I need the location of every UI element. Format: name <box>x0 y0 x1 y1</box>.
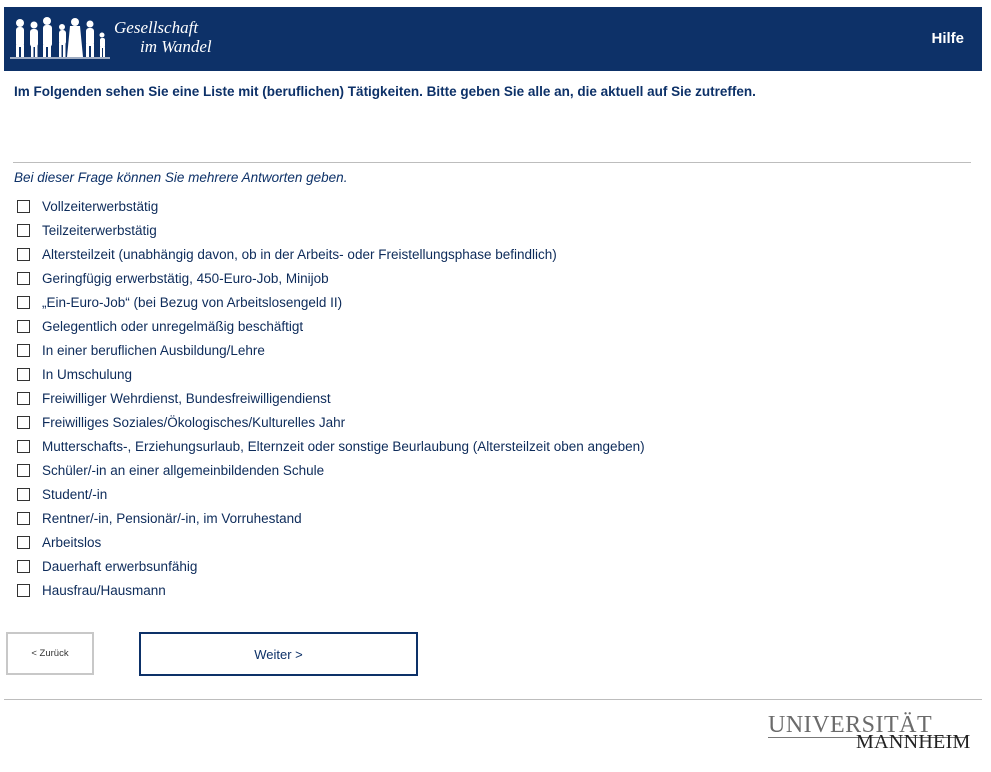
site-header: Gesellschaft im Wandel Hilfe <box>4 7 982 71</box>
university-logo-line2: MANNHEIM <box>856 731 971 753</box>
option-item[interactable]: Geringfügig erwerbstätig, 450-Euro-Job, … <box>17 271 645 295</box>
instruction-text: Bei dieser Frage können Sie mehrere Antw… <box>14 170 348 185</box>
checkbox[interactable] <box>17 344 30 357</box>
checkbox[interactable] <box>17 560 30 573</box>
checkbox[interactable] <box>17 488 30 501</box>
option-label: Altersteilzeit (unabhängig davon, ob in … <box>42 247 557 262</box>
option-label: Schüler/-in an einer allgemeinbildenden … <box>42 463 325 478</box>
option-item[interactable]: Freiwilliges Soziales/Ökologisches/Kultu… <box>17 415 645 439</box>
options-list: Vollzeiterwerbstätig Teilzeiterwerbstäti… <box>17 199 645 607</box>
checkbox[interactable] <box>17 536 30 549</box>
footer-divider <box>4 699 982 700</box>
people-silhouette-logo-icon <box>10 17 110 59</box>
help-link[interactable]: Hilfe <box>931 30 964 47</box>
option-item[interactable]: In einer beruflichen Ausbildung/Lehre <box>17 343 645 367</box>
option-label: Mutterschafts-, Erziehungsurlaub, Eltern… <box>42 439 645 454</box>
checkbox[interactable] <box>17 272 30 285</box>
back-button[interactable]: < Zurück <box>6 632 94 675</box>
checkbox[interactable] <box>17 416 30 429</box>
university-logo: UNIVERSITÄT MANNHEIM <box>768 712 971 754</box>
checkbox[interactable] <box>17 224 30 237</box>
checkbox[interactable] <box>17 368 30 381</box>
option-item[interactable]: Mutterschafts-, Erziehungsurlaub, Eltern… <box>17 439 645 463</box>
option-label: Rentner/-in, Pensionär/-in, im Vorruhest… <box>42 511 302 526</box>
option-item[interactable]: „Ein-Euro-Job“ (bei Bezug von Arbeitslos… <box>17 295 645 319</box>
option-item[interactable]: In Umschulung <box>17 367 645 391</box>
option-label: In einer beruflichen Ausbildung/Lehre <box>42 343 265 358</box>
option-label: Arbeitslos <box>42 535 102 550</box>
option-label: Hausfrau/Hausmann <box>42 583 166 598</box>
option-item[interactable]: Altersteilzeit (unabhängig davon, ob in … <box>17 247 645 271</box>
option-item[interactable]: Freiwilliger Wehrdienst, Bundesfreiwilli… <box>17 391 645 415</box>
logo-text: Gesellschaft im Wandel <box>114 18 212 56</box>
option-label: Freiwilliges Soziales/Ökologisches/Kultu… <box>42 415 346 430</box>
option-item[interactable]: Rentner/-in, Pensionär/-in, im Vorruhest… <box>17 511 645 535</box>
option-label: Teilzeiterwerbstätig <box>42 223 157 238</box>
option-label: „Ein-Euro-Job“ (bei Bezug von Arbeitslos… <box>42 295 343 310</box>
option-item[interactable]: Arbeitslos <box>17 535 645 559</box>
option-label: Student/-in <box>42 487 108 502</box>
checkbox[interactable] <box>17 392 30 405</box>
option-item[interactable]: Teilzeiterwerbstätig <box>17 223 645 247</box>
checkbox[interactable] <box>17 464 30 477</box>
checkbox[interactable] <box>17 248 30 261</box>
option-item[interactable]: Dauerhaft erwerbsunfähig <box>17 559 645 583</box>
option-item[interactable]: Hausfrau/Hausmann <box>17 583 645 607</box>
option-item[interactable]: Gelegentlich oder unregelmäßig beschäfti… <box>17 319 645 343</box>
checkbox[interactable] <box>17 320 30 333</box>
option-item[interactable]: Vollzeiterwerbstätig <box>17 199 645 223</box>
option-item[interactable]: Schüler/-in an einer allgemeinbildenden … <box>17 463 645 487</box>
checkbox[interactable] <box>17 200 30 213</box>
option-label: Dauerhaft erwerbsunfähig <box>42 559 198 574</box>
checkbox[interactable] <box>17 584 30 597</box>
checkbox[interactable] <box>17 440 30 453</box>
divider <box>13 162 971 163</box>
option-label: In Umschulung <box>42 367 133 382</box>
option-label: Vollzeiterwerbstätig <box>42 199 159 214</box>
next-button[interactable]: Weiter > <box>139 632 418 676</box>
checkbox[interactable] <box>17 512 30 525</box>
option-item[interactable]: Student/-in <box>17 487 645 511</box>
option-label: Geringfügig erwerbstätig, 450-Euro-Job, … <box>42 271 329 286</box>
option-label: Freiwilliger Wehrdienst, Bundesfreiwilli… <box>42 391 331 406</box>
logo-line2: im Wandel <box>140 37 212 56</box>
question-text: Im Folgenden sehen Sie eine Liste mit (b… <box>14 84 756 99</box>
checkbox[interactable] <box>17 296 30 309</box>
option-label: Gelegentlich oder unregelmäßig beschäfti… <box>42 319 304 334</box>
logo-line1: Gesellschaft <box>114 18 199 37</box>
